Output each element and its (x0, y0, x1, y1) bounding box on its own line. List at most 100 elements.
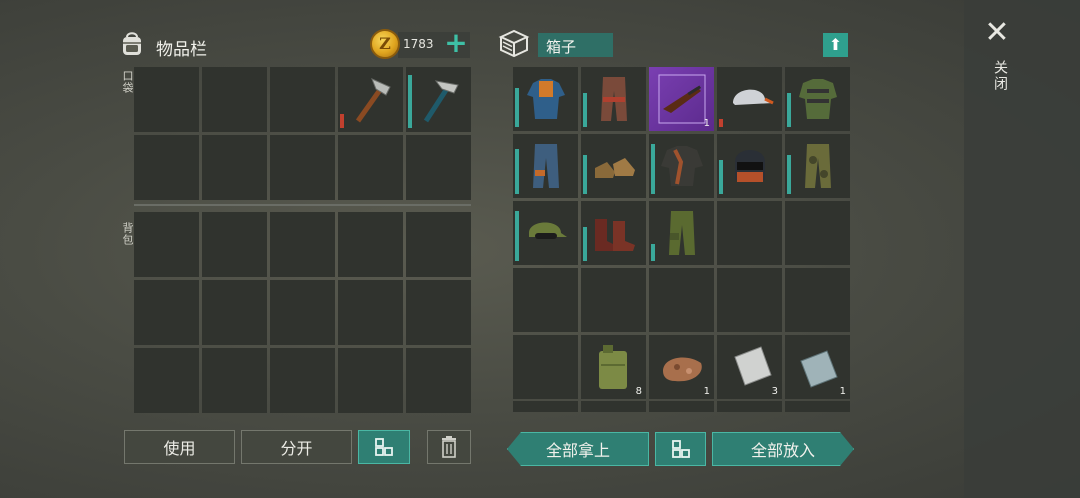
empty-slot[interactable] (513, 268, 578, 332)
item-quantity: 1 (703, 118, 710, 129)
combat-boots-icon (589, 207, 639, 259)
item-quantity: 8 (635, 386, 642, 397)
coin-count: 1783 (403, 37, 434, 51)
empty-slot[interactable] (202, 280, 267, 345)
pocket-label: 口袋 (121, 70, 134, 94)
durability-bar (515, 88, 519, 127)
empty-slot[interactable] (270, 280, 335, 345)
empty-slot[interactable] (406, 280, 471, 345)
slot-jerry-can[interactable]: 8 (581, 335, 646, 399)
item-quantity: 1 (839, 386, 846, 397)
empty-slot[interactable] (270, 67, 335, 132)
durability-bar (651, 144, 655, 194)
empty-slot[interactable] (134, 212, 199, 277)
slot-stone-hatchet[interactable] (338, 67, 403, 132)
empty-slot[interactable] (134, 280, 199, 345)
empty-slot[interactable] (785, 268, 850, 332)
coin-icon: Z (370, 29, 400, 59)
slot-bomber-jacket[interactable] (649, 134, 714, 198)
slot-armored-helmet[interactable] (717, 134, 782, 198)
empty-slot[interactable] (338, 280, 403, 345)
put-all-button[interactable]: 全部放入 (712, 432, 854, 466)
durability-bar (651, 244, 655, 261)
empty-slot[interactable] (202, 212, 267, 277)
empty-slot[interactable] (406, 135, 471, 200)
slot-combat-boots[interactable] (581, 201, 646, 265)
empty-slot[interactable] (513, 335, 578, 399)
empty-slot[interactable] (406, 348, 471, 413)
camo-vest-icon (793, 73, 843, 125)
slot-baseball-cap[interactable] (717, 67, 782, 131)
empty-slot[interactable] (134, 348, 199, 413)
divider (134, 204, 471, 206)
take-all-button[interactable]: 全部拿上 (507, 432, 649, 466)
leather-boots-icon (589, 140, 639, 192)
close-icon[interactable]: ✕ (984, 18, 1010, 48)
slot-camo-pants[interactable] (785, 134, 850, 198)
bomber-jacket-icon (657, 140, 707, 192)
container-grid: 1 8 1 3 1 (513, 67, 850, 399)
sort-grid-icon (375, 438, 393, 456)
side-rail (964, 0, 1080, 498)
empty-slot[interactable] (270, 212, 335, 277)
stone-pickaxe-icon (414, 73, 464, 125)
stone-hatchet-icon (346, 73, 396, 125)
slot-army-pants[interactable] (649, 201, 714, 265)
slot-leather-boots[interactable] (581, 134, 646, 198)
empty-slot[interactable] (338, 212, 403, 277)
slot-rifle-blueprint[interactable]: 1 (649, 67, 714, 131)
empty-slot[interactable] (270, 135, 335, 200)
close-label[interactable]: 关闭 (990, 60, 1010, 92)
empty-slot[interactable] (134, 135, 199, 200)
slot-aluminum-plate[interactable]: 3 (717, 335, 782, 399)
empty-slot[interactable] (270, 348, 335, 413)
durability-bar (719, 119, 723, 127)
slot-blue-jacket[interactable] (513, 67, 578, 131)
slot-copper-ore[interactable]: 1 (649, 335, 714, 399)
blue-jacket-icon (521, 73, 571, 125)
sort-inventory-button[interactable] (358, 430, 410, 464)
steel-plate-icon (793, 341, 843, 393)
slot-steel-plate[interactable]: 1 (785, 335, 850, 399)
empty-slot[interactable] (717, 268, 782, 332)
slot-leather-pants[interactable] (581, 67, 646, 131)
sort-grid-icon (671, 440, 690, 458)
container-grid-next-row (513, 401, 850, 412)
inventory-header: 物品栏 Z 1783 + (118, 28, 473, 62)
use-button[interactable]: 使用 (124, 430, 235, 464)
sort-container-button[interactable] (655, 432, 706, 466)
durability-bar (408, 75, 412, 128)
trash-button[interactable] (427, 430, 471, 464)
slot-blue-pants[interactable] (513, 134, 578, 198)
empty-slot[interactable] (406, 212, 471, 277)
empty-slot[interactable] (202, 67, 267, 132)
slot-camo-vest[interactable] (785, 67, 850, 131)
camo-cap-icon (521, 207, 571, 259)
empty-slot[interactable] (338, 348, 403, 413)
durability-bar (515, 149, 519, 194)
empty-slot[interactable] (581, 268, 646, 332)
empty-slot[interactable] (134, 67, 199, 132)
slot-stone-pickaxe[interactable] (406, 67, 471, 132)
durability-bar (583, 93, 587, 127)
item-quantity: 3 (771, 386, 778, 397)
empty-slot[interactable] (202, 348, 267, 413)
copper-ore-icon (657, 341, 707, 393)
upload-arrow-icon[interactable]: ⬆ (823, 33, 848, 57)
durability-bar (583, 155, 587, 194)
inventory-title: 物品栏 (156, 40, 207, 60)
trash-icon (442, 436, 456, 458)
empty-slot[interactable] (338, 135, 403, 200)
empty-slot[interactable] (202, 135, 267, 200)
empty-slot[interactable] (717, 201, 782, 265)
durability-bar (583, 227, 587, 261)
durability-bar (787, 93, 791, 127)
item-quantity: 1 (703, 386, 710, 397)
empty-slot[interactable] (785, 201, 850, 265)
slot-camo-cap[interactable] (513, 201, 578, 265)
empty-slot[interactable] (649, 268, 714, 332)
split-button[interactable]: 分开 (241, 430, 352, 464)
add-coins-button[interactable]: + (442, 28, 470, 58)
backpack-icon (123, 32, 141, 55)
army-pants-icon (657, 207, 707, 259)
